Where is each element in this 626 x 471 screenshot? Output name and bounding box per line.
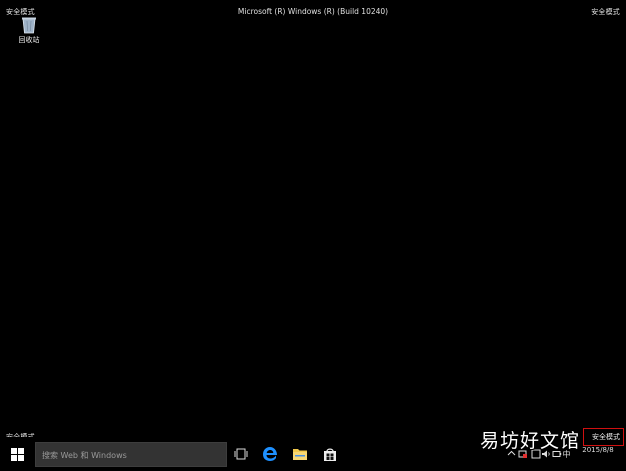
task-view-button[interactable] <box>233 446 249 462</box>
file-explorer-button[interactable] <box>292 446 308 462</box>
safe-mode-label-tray-highlighted: 安全模式 <box>583 428 624 446</box>
volume-icon[interactable] <box>540 449 551 460</box>
edge-icon <box>263 447 277 461</box>
chevron-up-icon[interactable] <box>506 449 517 460</box>
clock-date: 2015/8/8 <box>582 446 614 454</box>
recycle-bin-shortcut[interactable]: 回收站 <box>14 16 44 45</box>
edge-button[interactable] <box>262 446 278 462</box>
start-button[interactable] <box>0 437 34 471</box>
search-placeholder: 搜索 Web 和 Windows <box>42 451 127 460</box>
store-button[interactable] <box>322 446 338 462</box>
safe-mode-label-top-right: 安全模式 <box>591 8 620 16</box>
task-view-icon <box>234 448 248 460</box>
file-explorer-icon <box>293 449 307 460</box>
taskbar: 搜索 Web 和 Windows 中 2015/8/8 安全模式 <box>0 428 626 471</box>
store-icon <box>324 448 336 461</box>
input-method-indicator[interactable]: 中 <box>561 449 572 460</box>
recycle-bin-icon <box>22 17 36 34</box>
recycle-bin-label: 回收站 <box>18 36 40 44</box>
network-icon[interactable] <box>517 449 528 460</box>
build-title: Microsoft (R) Windows (R) (Build 10240) <box>237 7 389 16</box>
clock[interactable]: 2015/8/8 <box>576 445 620 455</box>
search-input[interactable]: 搜索 Web 和 Windows <box>35 442 227 467</box>
windows-start-icon <box>10 447 24 461</box>
